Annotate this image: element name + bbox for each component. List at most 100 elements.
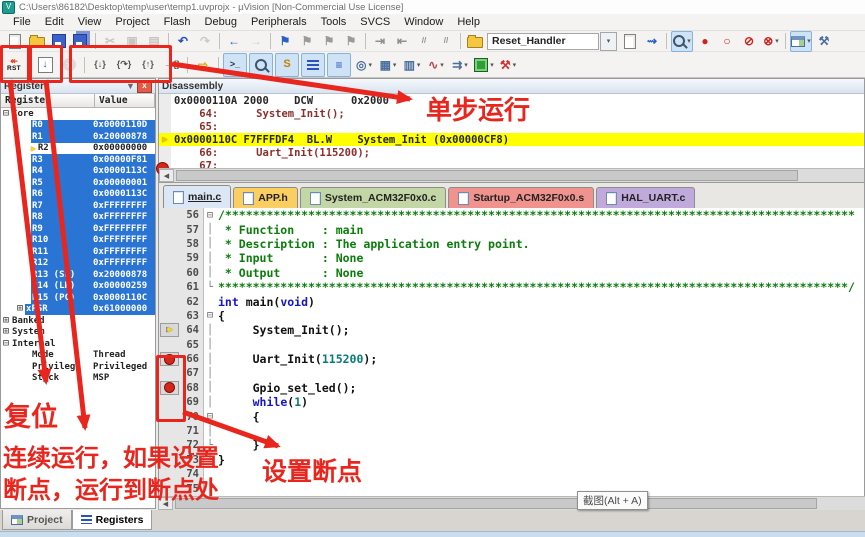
analysis-window-button[interactable]: ∿▾ xyxy=(425,54,447,76)
tab-app-h[interactable]: APP.h xyxy=(233,187,298,208)
breakpoint-marker[interactable] xyxy=(160,381,179,395)
menu-view[interactable]: View xyxy=(71,16,109,28)
code-text[interactable]: System_Init(); xyxy=(216,323,350,337)
menu-help[interactable]: Help xyxy=(450,16,487,28)
menu-peripherals[interactable]: Peripherals xyxy=(244,16,314,28)
menu-file[interactable]: File xyxy=(6,16,38,28)
breakpoint-gutter[interactable] xyxy=(159,237,180,251)
toolbox-button[interactable]: ⚒▾ xyxy=(497,54,519,76)
expand-icon[interactable]: ⊞ xyxy=(3,316,9,326)
fold-marker[interactable]: ⊟ xyxy=(204,309,216,323)
breakpoint-gutter[interactable] xyxy=(159,266,180,280)
menu-svcs[interactable]: SVCS xyxy=(353,16,397,28)
breakpoint-gutter[interactable] xyxy=(159,222,180,236)
dropdown-arrow-icon[interactable]: ▾ xyxy=(490,61,494,69)
navigate-back-button[interactable]: ← xyxy=(224,32,244,51)
command-window-button[interactable]: >_ xyxy=(223,53,247,77)
code-text[interactable]: while(1) xyxy=(216,395,308,409)
disable-all-breakpoints-button[interactable]: ⊘ xyxy=(739,32,759,51)
call-stack-window-button[interactable]: ≡ xyxy=(327,53,351,77)
bookmark-prev-button[interactable]: ⚑ xyxy=(297,32,317,51)
breakpoint-marker[interactable] xyxy=(160,352,179,366)
combo-dropdown-icon[interactable]: ▾ xyxy=(600,32,617,51)
search-combo[interactable]: Reset_Handler xyxy=(487,33,599,50)
step-into-button[interactable]: {↓} xyxy=(89,54,111,76)
disassembly-line[interactable]: 66: Uart_Init(115200); xyxy=(159,146,864,159)
dock-tab-project[interactable]: Project xyxy=(2,510,72,530)
disassembly-line[interactable]: 64: System_Init(); xyxy=(159,107,864,120)
register-row[interactable]: ModeThread xyxy=(1,350,155,362)
register-row[interactable]: R90xFFFFFFFF xyxy=(1,223,155,235)
scrollbar-thumb[interactable] xyxy=(176,170,798,181)
code-text[interactable]: ****************************************… xyxy=(216,280,855,294)
tab-startup-acm32f0x0-s[interactable]: Startup_ACM32F0x0.s xyxy=(448,187,594,208)
redo-button[interactable]: ↷ xyxy=(195,32,215,51)
breakpoint-gutter[interactable] xyxy=(159,208,180,222)
register-row[interactable]: R00x0000110D xyxy=(1,120,155,132)
stop-button[interactable]: × xyxy=(58,54,80,76)
breakpoint-gutter[interactable] xyxy=(159,338,180,352)
step-over-button[interactable]: {↷} xyxy=(113,54,135,76)
breakpoint-gutter[interactable] xyxy=(159,309,180,323)
undo-button[interactable]: ↶ xyxy=(173,32,193,51)
fold-marker[interactable]: ⊟ xyxy=(204,409,216,423)
breakpoint-gutter[interactable] xyxy=(159,395,180,409)
enable-disable-breakpoint-button[interactable]: ○ xyxy=(717,32,737,51)
register-row[interactable]: R120xFFFFFFFF xyxy=(1,258,155,270)
disassembly-gutter[interactable]: ▶ xyxy=(159,133,171,146)
disassembly-hscrollbar[interactable]: ◀ xyxy=(159,168,864,182)
dropdown-arrow-icon[interactable]: ▾ xyxy=(393,61,397,69)
scroll-left-icon[interactable]: ◀ xyxy=(159,169,174,182)
run-button[interactable]: ↓ xyxy=(34,54,56,76)
register-row[interactable]: ⊞Banked xyxy=(1,315,155,327)
uncomment-selection-button[interactable]: // xyxy=(436,32,456,51)
breakpoint-gutter[interactable] xyxy=(159,280,180,294)
dropdown-arrow-icon[interactable]: ▾ xyxy=(417,61,421,69)
register-row[interactable]: R15 (PC)0x0000110C xyxy=(1,292,155,304)
collapse-icon[interactable]: ⊟ xyxy=(3,339,9,349)
breakpoint-gutter[interactable] xyxy=(159,251,180,265)
tab-main-c[interactable]: main.c xyxy=(163,185,231,208)
code-text[interactable]: * Function : main xyxy=(216,223,363,237)
indent-button[interactable]: ⇥ xyxy=(370,32,390,51)
register-row[interactable]: R110xFFFFFFFF xyxy=(1,246,155,258)
register-row[interactable]: ▶R20x00000000 xyxy=(1,143,155,155)
registers-window-button[interactable] xyxy=(301,53,325,77)
save-all-button[interactable] xyxy=(71,32,91,51)
code-text[interactable]: } xyxy=(216,453,225,467)
register-row[interactable]: R70xFFFFFFFF xyxy=(1,200,155,212)
outdent-button[interactable]: ⇤ xyxy=(392,32,412,51)
dropdown-arrow-icon[interactable]: ▾ xyxy=(368,61,372,69)
register-row[interactable]: StackMSP xyxy=(1,373,155,385)
symbols-window-button[interactable]: S xyxy=(275,53,299,77)
tab-system-acm32f0x0-c[interactable]: System_ACM32F0x0.c xyxy=(300,187,446,208)
breakpoint-gutter[interactable] xyxy=(159,381,180,395)
breakpoint-gutter[interactable] xyxy=(159,352,180,366)
close-icon[interactable]: x xyxy=(137,80,152,93)
kill-all-breakpoints-button[interactable]: ⊗▾ xyxy=(761,32,781,51)
show-next-statement-button[interactable]: ⇨ xyxy=(192,54,214,76)
cut-button[interactable]: ✂ xyxy=(100,32,120,51)
disassembly-gutter[interactable] xyxy=(159,146,171,159)
paste-button[interactable]: ▤ xyxy=(144,32,164,51)
breakpoint-gutter[interactable] xyxy=(159,467,180,481)
expand-icon[interactable]: ⊞ xyxy=(17,304,23,314)
disassembly-window-button[interactable] xyxy=(249,53,273,77)
bookmark-clear-all-button[interactable]: ⚑ xyxy=(341,32,361,51)
code-text[interactable]: int main(void) xyxy=(216,295,315,309)
find-in-files-button[interactable] xyxy=(620,32,640,51)
disassembly-line[interactable]: 65: xyxy=(159,120,864,133)
expand-icon[interactable]: ⊞ xyxy=(3,327,9,337)
breakpoint-gutter[interactable] xyxy=(159,409,180,423)
disassembly-gutter[interactable] xyxy=(159,120,171,133)
dropdown-arrow-icon[interactable]: ▾ xyxy=(464,61,468,69)
code-text[interactable]: * Output : None xyxy=(216,266,363,280)
scrollbar-thumb[interactable] xyxy=(175,498,817,509)
register-column-header[interactable]: Register xyxy=(1,94,95,107)
menu-debug[interactable]: Debug xyxy=(198,16,244,28)
menu-project[interactable]: Project xyxy=(108,16,156,28)
breakpoint-gutter[interactable] xyxy=(159,481,180,495)
serial-window-button[interactable]: ▥▾ xyxy=(401,54,423,76)
scroll-left-icon[interactable]: ◀ xyxy=(158,497,173,510)
register-row[interactable]: R100xFFFFFFFF xyxy=(1,235,155,247)
